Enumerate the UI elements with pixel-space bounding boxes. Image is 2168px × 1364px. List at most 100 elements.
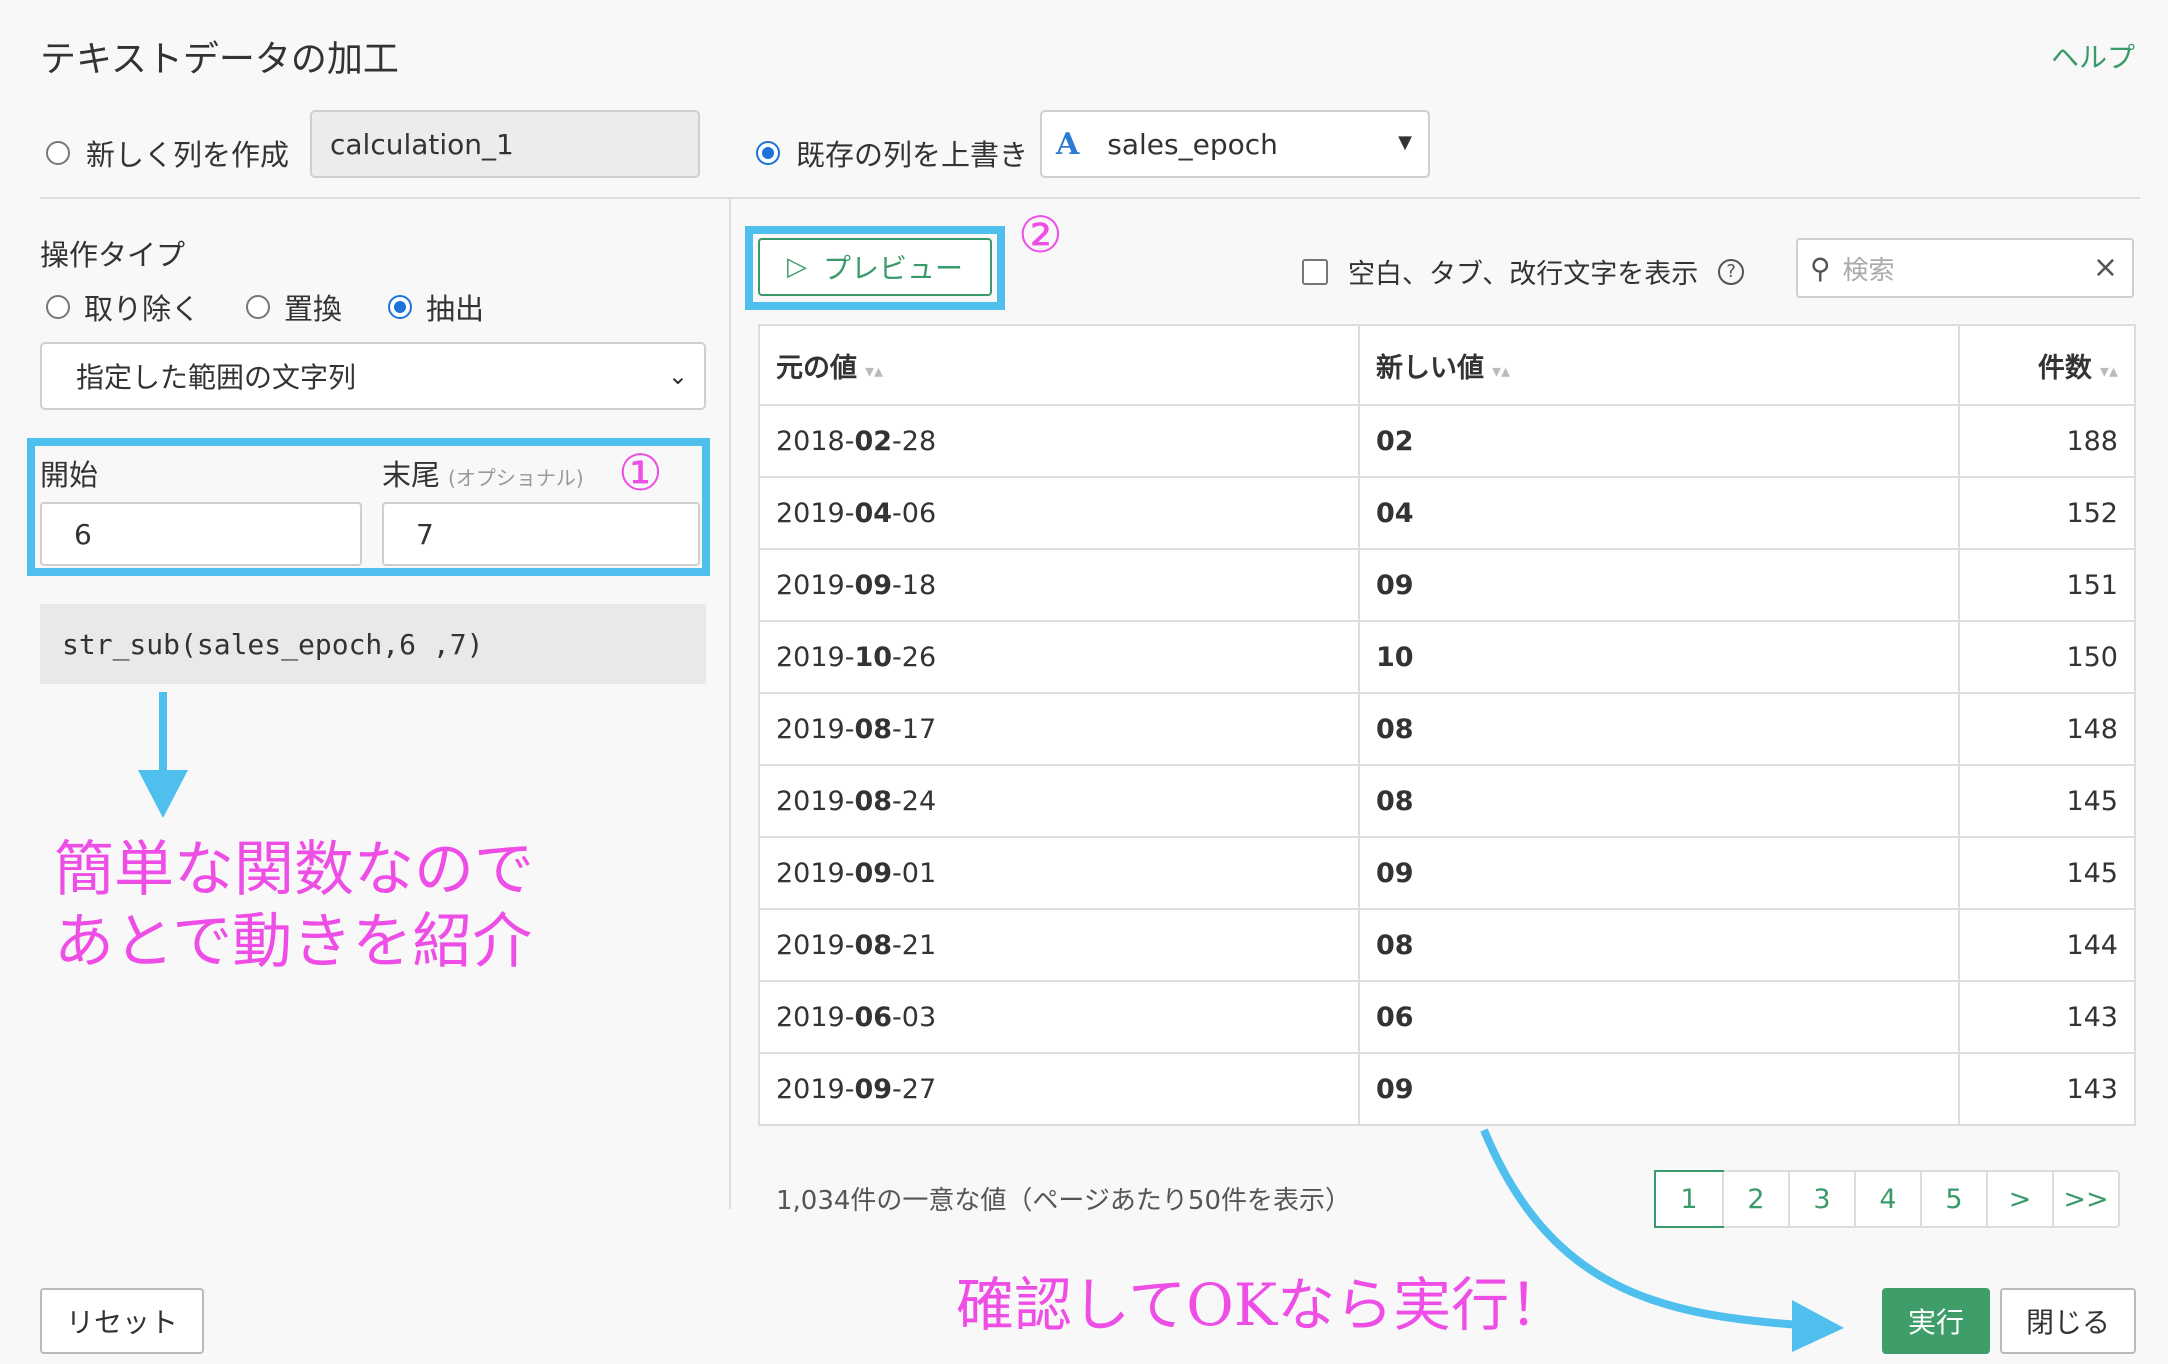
new-column-label: 新しく列を作成 [86, 138, 290, 172]
annotation-note-line1: 簡単な関数なので [54, 835, 534, 905]
overwrite-label: 既存の列を上書き [796, 138, 1029, 172]
show-whitespace-label: 空白、タブ、改行文字を表示 [1348, 259, 1699, 290]
question-icon[interactable]: ? [1718, 258, 1745, 285]
count-cell: 143 [1958, 980, 2136, 1054]
new-column-name-input[interactable]: calculation_1 [310, 110, 700, 178]
table-row: 2019-09-18 09 151 [758, 548, 2136, 622]
annotation-marker-2: ② [1018, 206, 1063, 264]
end-label: 末尾 [382, 458, 441, 492]
table-body: 2018-02-28 02 188 2019-04-06 04 152 2019-09-18… [758, 404, 2136, 1126]
new-value-cell: 09 [1358, 1052, 1960, 1126]
new-value-cell: 08 [1358, 764, 1960, 838]
sort-icon[interactable]: ▾▴ [865, 361, 883, 382]
annotation-note-line2: あとで動きを紹介 [54, 907, 533, 977]
run-button[interactable]: 実行 [1882, 1288, 1990, 1354]
operation-type-label: 操作タイプ [40, 238, 186, 272]
start-input[interactable]: 6 [40, 502, 362, 566]
column-header-count[interactable]: 件数 ▾▴ [1958, 324, 2136, 406]
overwrite-radio[interactable] [756, 141, 780, 165]
original-value-cell: 2018-02-28 [758, 404, 1360, 478]
table-header-row: 元の値 ▾▴ 新しい値 ▾▴ 件数 ▾▴ [758, 324, 2136, 406]
close-button[interactable]: 閉じる [2000, 1288, 2136, 1354]
table-row: 2019-08-24 08 145 [758, 764, 2136, 838]
table-row: 2019-08-21 08 144 [758, 908, 2136, 982]
text-type-icon: A [1056, 126, 1080, 162]
preview-button[interactable]: ▷ プレビュー [758, 238, 992, 296]
preview-table: 元の値 ▾▴ 新しい値 ▾▴ 件数 ▾▴ 2018-02-28 02 188 2019-04… [758, 324, 2136, 1126]
replace-radio[interactable] [246, 295, 271, 319]
new-value-cell: 06 [1358, 980, 1960, 1054]
new-value-cell: 09 [1358, 836, 1960, 910]
remove-label[interactable]: 取り除く [84, 286, 200, 328]
overwrite-column-select[interactable]: A sales_epoch ▼ [1040, 110, 1430, 178]
original-value-cell: 2019-09-27 [758, 1052, 1360, 1126]
table-row: 2018-02-28 02 188 [758, 404, 2136, 478]
count-cell: 188 [1958, 404, 2136, 478]
original-value-cell: 2019-04-06 [758, 476, 1360, 550]
table-row: 2019-04-06 04 152 [758, 476, 2136, 550]
original-value-cell: 2019-09-18 [758, 548, 1360, 622]
end-optional-label: (オプショナル) [448, 466, 584, 490]
table-row: 2019-10-26 10 150 [758, 620, 2136, 694]
count-cell: 145 [1958, 764, 2136, 838]
count-cell: 145 [1958, 836, 2136, 910]
result-summary: 1,034件の一意な値（ページあたり50件を表示） [776, 1186, 1351, 1216]
help-link[interactable]: ヘルプ [2051, 36, 2135, 76]
start-label: 開始 [40, 458, 99, 492]
count-cell: 144 [1958, 908, 2136, 982]
generated-code: str_sub(sales_epoch,6 ,7) [40, 604, 706, 684]
chevron-down-icon: ⌄ [667, 362, 688, 390]
confirm-annotation: 確認してOKなら実行！ [956, 1271, 1568, 1339]
clear-icon[interactable]: × [2093, 250, 2118, 285]
column-header-original[interactable]: 元の値 ▾▴ [758, 324, 1360, 406]
new-column-option[interactable]: 新しく列を作成 [46, 132, 289, 174]
search-icon: ⚲ [1810, 251, 1831, 285]
divider [40, 197, 2140, 199]
preview-label: プレビュー [822, 252, 963, 285]
remove-radio[interactable] [46, 295, 70, 319]
original-value-cell: 2019-08-21 [758, 908, 1360, 982]
extract-method-select[interactable]: 指定した範囲の文字列 ⌄ [40, 342, 706, 410]
page-link[interactable]: > [1986, 1172, 2052, 1226]
original-value-cell: 2019-08-17 [758, 692, 1360, 766]
new-value-cell: 02 [1358, 404, 1960, 478]
annotation-note: 簡単な関数なので あとで動きを紹介 [54, 834, 534, 978]
annotation-marker-1: ① [618, 444, 663, 502]
caret-down-icon: ▼ [1398, 132, 1412, 153]
count-cell: 148 [1958, 692, 2136, 766]
extract-method-value: 指定した範囲の文字列 [76, 361, 357, 394]
original-value-cell: 2019-08-24 [758, 764, 1360, 838]
overwrite-column-value: sales_epoch [1107, 127, 1278, 161]
count-cell: 143 [1958, 1052, 2136, 1126]
sort-icon[interactable]: ▾▴ [1492, 361, 1510, 382]
play-icon: ▷ [786, 252, 807, 282]
end-label-group: 末尾 (オプショナル) [382, 452, 584, 494]
extract-label[interactable]: 抽出 [426, 286, 484, 328]
count-cell: 150 [1958, 620, 2136, 694]
column-header-new[interactable]: 新しい値 ▾▴ [1358, 324, 1960, 406]
overwrite-option[interactable]: 既存の列を上書き [756, 132, 1028, 174]
replace-label[interactable]: 置換 [284, 286, 342, 328]
dialog-title: テキストデータの加工 [40, 39, 399, 80]
new-column-radio[interactable] [46, 141, 70, 165]
page-link[interactable]: 5 [1920, 1172, 1986, 1226]
search-placeholder: 検索 [1842, 255, 1895, 286]
show-whitespace-checkbox[interactable] [1302, 258, 1328, 285]
annotation-arrow-down [138, 692, 188, 818]
sort-icon[interactable]: ▾▴ [2100, 361, 2118, 382]
table-row: 2019-09-01 09 145 [758, 836, 2136, 910]
page-link[interactable]: >> [2052, 1172, 2118, 1226]
new-value-cell: 08 [1358, 908, 1960, 982]
operation-type-options: 取り除く 置換 抽出 [46, 286, 484, 328]
reset-button[interactable]: リセット [40, 1288, 204, 1354]
search-input[interactable]: ⚲ 検索 × [1796, 238, 2134, 298]
show-whitespace-option[interactable]: 空白、タブ、改行文字を表示 ? [1302, 252, 1745, 291]
new-value-cell: 10 [1358, 620, 1960, 694]
table-row: 2019-08-17 08 148 [758, 692, 2136, 766]
extract-radio[interactable] [388, 295, 413, 319]
end-input[interactable]: 7 [382, 502, 700, 566]
count-cell: 152 [1958, 476, 2136, 550]
original-value-cell: 2019-09-01 [758, 836, 1360, 910]
original-value-cell: 2019-10-26 [758, 620, 1360, 694]
original-value-cell: 2019-06-03 [758, 980, 1360, 1054]
